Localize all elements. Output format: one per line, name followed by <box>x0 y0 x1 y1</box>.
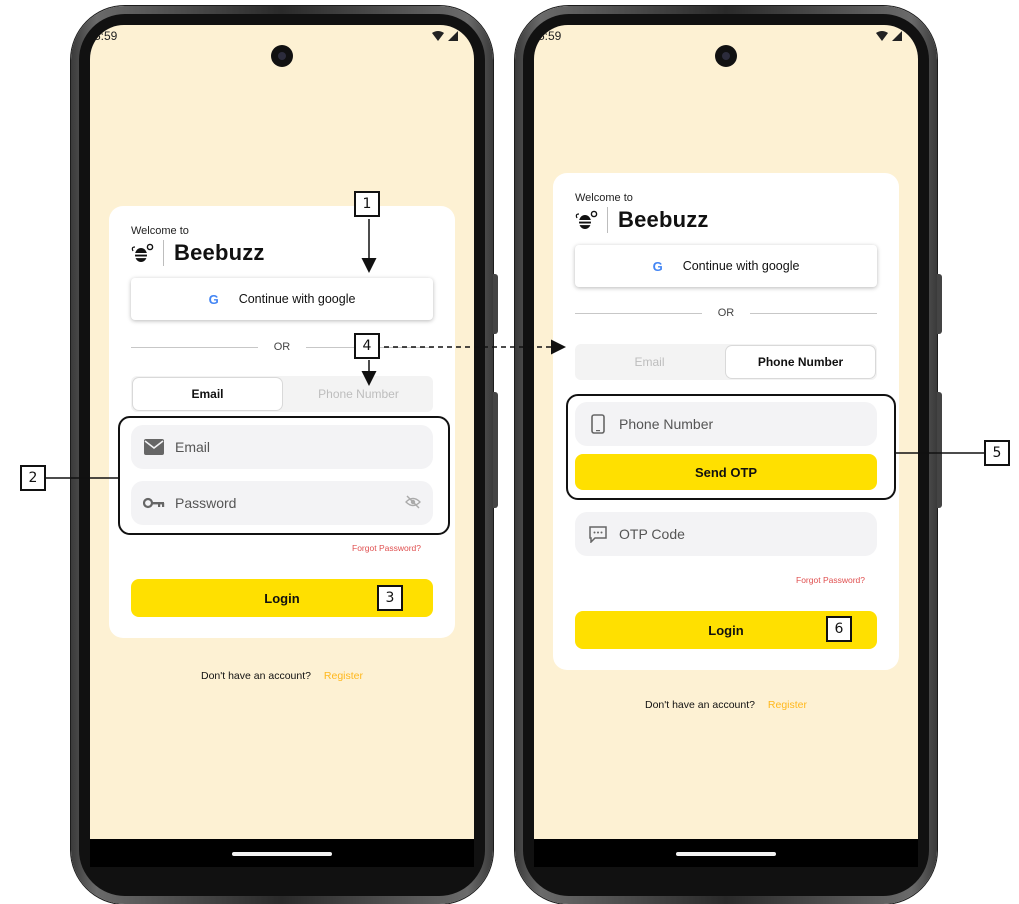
register-link[interactable]: Register <box>768 699 807 711</box>
brand-row: Beebuzz <box>131 240 265 266</box>
or-text: OR <box>273 341 291 353</box>
camera-icon <box>271 45 293 67</box>
tab-phone-number[interactable]: Phone Number <box>726 346 875 378</box>
forgot-password-link[interactable]: Forgot Password? <box>352 543 421 553</box>
annotation-label-6: 6 <box>826 616 852 642</box>
status-time: 5:59 <box>538 29 562 43</box>
annotation-label-3: 3 <box>377 585 403 611</box>
logo-divider <box>163 240 164 266</box>
login-method-tabs: Email Phone Number <box>131 376 433 412</box>
home-indicator[interactable] <box>676 852 776 856</box>
divider-line <box>575 312 702 314</box>
navigation-bar <box>90 839 474 867</box>
register-row: Don't have an account? Register <box>90 670 474 682</box>
brand-name: Beebuzz <box>174 240 265 265</box>
continue-with-google-button[interactable]: G Continue with google <box>131 278 433 320</box>
continue-with-google-button[interactable]: G Continue with google <box>575 245 877 287</box>
otp-code-input[interactable]: OTP Code <box>575 512 877 556</box>
or-text: OR <box>717 307 735 319</box>
tab-phone-number[interactable]: Phone Number <box>284 376 433 412</box>
signal-wifi-icon <box>432 31 458 41</box>
register-prompt: Don't have an account? <box>200 670 311 682</box>
or-divider: OR <box>131 341 433 353</box>
navigation-bar <box>534 839 918 867</box>
google-icon: G <box>208 291 219 307</box>
brand-row: Beebuzz <box>575 207 709 233</box>
brand-name: Beebuzz <box>618 207 709 232</box>
camera-icon <box>715 45 737 67</box>
power-button <box>937 274 942 334</box>
google-button-label: Continue with google <box>238 292 356 306</box>
home-indicator[interactable] <box>232 852 332 856</box>
volume-button <box>493 392 498 508</box>
welcome-text: Welcome to <box>575 192 633 204</box>
welcome-text: Welcome to <box>131 225 189 237</box>
status-time: 5:59 <box>94 29 118 43</box>
otp-code-placeholder: OTP Code <box>619 526 685 542</box>
annotation-frame-2 <box>118 416 450 535</box>
tab-email[interactable]: Email <box>575 344 724 380</box>
or-divider: OR <box>575 307 877 319</box>
annotation-label-5: 5 <box>984 440 1010 466</box>
forgot-password-link[interactable]: Forgot Password? <box>796 575 865 585</box>
bee-logo-icon <box>575 210 598 229</box>
register-row: Don't have an account? Register <box>534 699 918 711</box>
annotation-label-4: 4 <box>354 333 380 359</box>
logo-divider <box>607 207 608 233</box>
tab-email[interactable]: Email <box>133 378 282 410</box>
register-link[interactable]: Register <box>324 670 363 682</box>
divider-line <box>131 346 258 348</box>
login-method-tabs: Email Phone Number <box>575 344 877 380</box>
divider-line <box>750 312 877 314</box>
register-prompt: Don't have an account? <box>644 699 755 711</box>
annotation-frame-5 <box>566 394 896 500</box>
google-button-label: Continue with google <box>682 259 800 273</box>
message-icon <box>587 523 609 545</box>
power-button <box>493 274 498 334</box>
annotation-label-2: 2 <box>20 465 46 491</box>
bee-logo-icon <box>131 243 154 262</box>
signal-wifi-icon <box>876 31 902 41</box>
annotation-label-1: 1 <box>354 191 380 217</box>
volume-button <box>937 392 942 508</box>
google-icon: G <box>652 258 663 274</box>
